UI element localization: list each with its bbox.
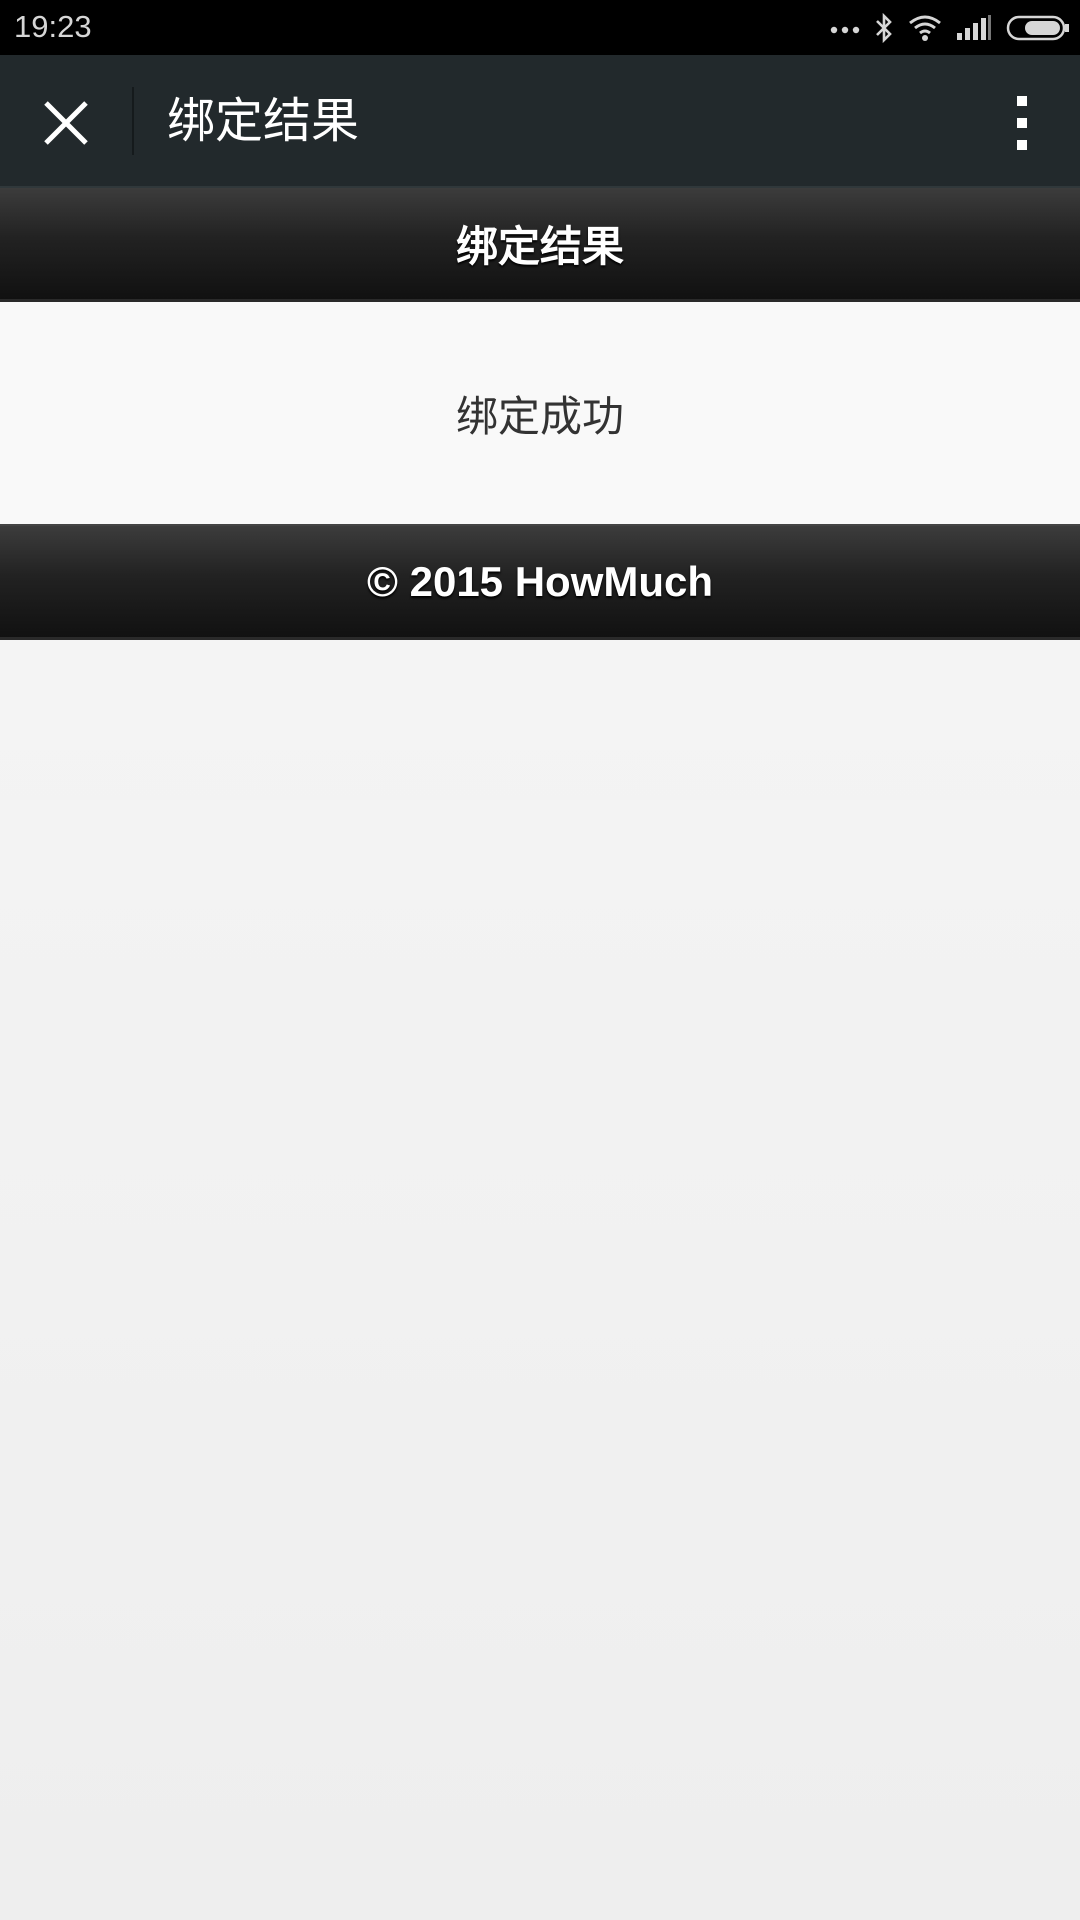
footer-copyright: © 2015 HowMuch (366, 557, 714, 605)
more-vertical-icon-dot-2 (1017, 118, 1027, 128)
status-bar: 19:23 (0, 0, 1080, 55)
signal-icon (956, 14, 992, 41)
page-title: 绑定结果 (455, 222, 624, 271)
result-content: 绑定成功 (0, 302, 1080, 524)
status-icons (830, 0, 1070, 55)
page-header: 绑定结果 (0, 188, 1080, 302)
more-dots-icon (830, 22, 860, 34)
title-divider (132, 87, 134, 155)
battery-icon (1006, 14, 1070, 42)
window-title: 绑定结果 (167, 93, 360, 149)
close-button[interactable] (28, 85, 104, 161)
footer: © 2015 HowMuch (0, 524, 1080, 640)
wifi-icon (908, 14, 942, 42)
more-vertical-icon-dot-3 (1017, 140, 1027, 150)
title-bar: 绑定结果 (0, 55, 1080, 188)
more-menu-button[interactable] (994, 85, 1050, 161)
result-message: 绑定成功 (455, 391, 624, 441)
more-vertical-icon-dot-1 (1017, 96, 1027, 106)
bluetooth-icon (874, 12, 894, 43)
status-time: 19:23 (14, 9, 92, 44)
close-icon (44, 101, 88, 145)
